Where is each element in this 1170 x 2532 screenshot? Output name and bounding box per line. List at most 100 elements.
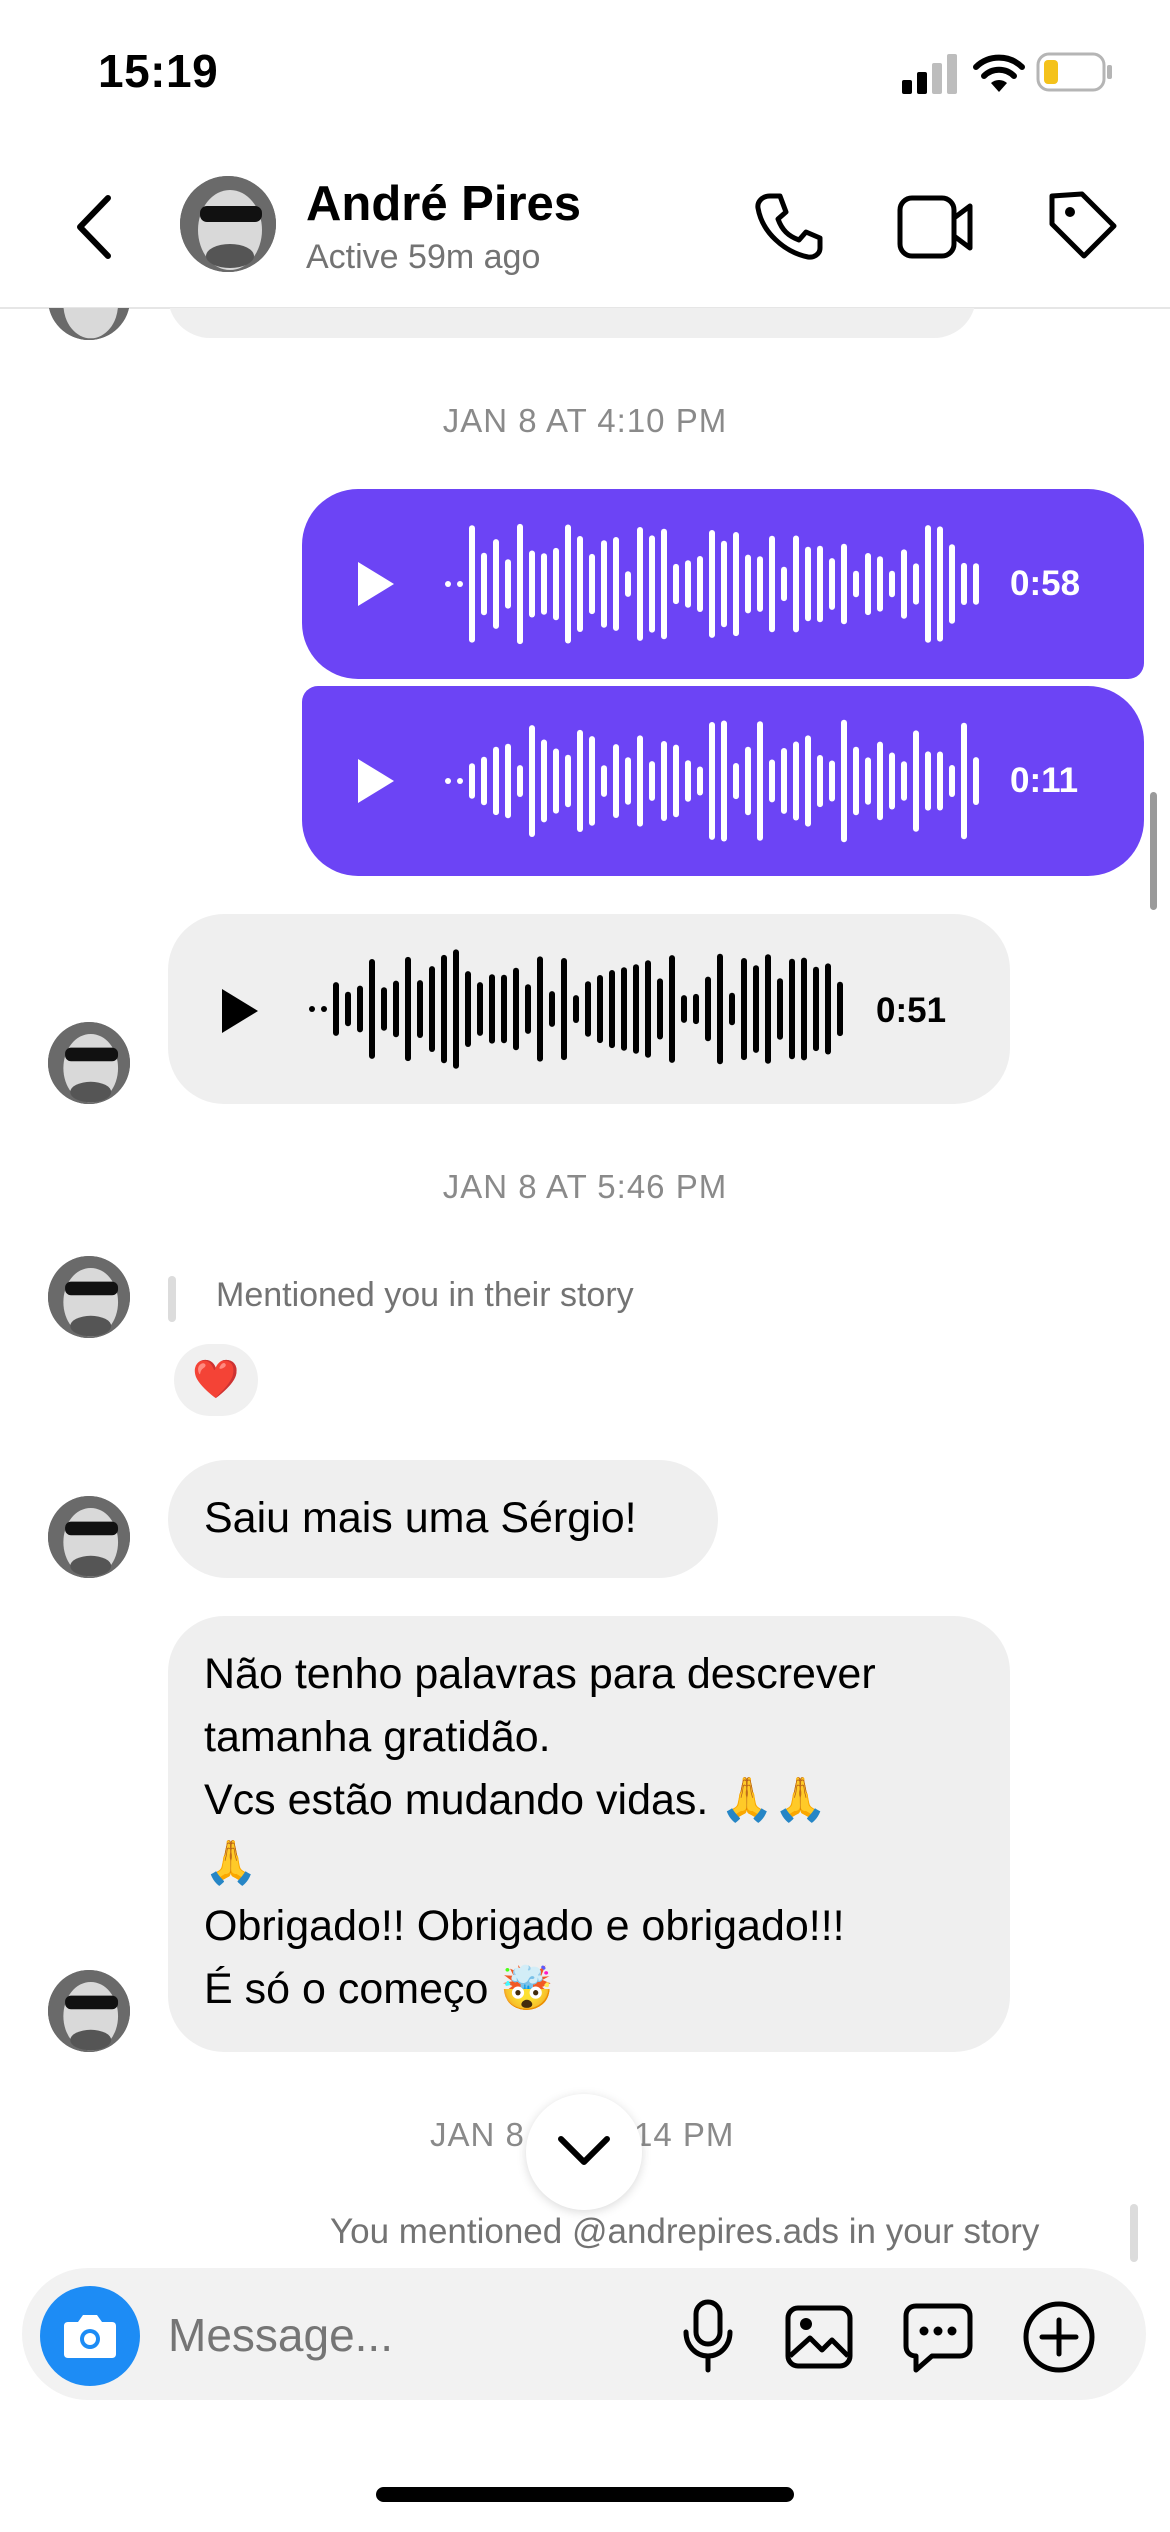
waveform-bar <box>949 544 955 624</box>
waveform-bar <box>817 755 823 808</box>
timestamp-divider: JAN 8 AT 5:46 PM <box>442 1168 728 1205</box>
waveform-bar <box>649 761 655 801</box>
sender-avatar[interactable] <box>48 1970 130 2052</box>
sender-avatar[interactable] <box>48 1256 130 1338</box>
waveform-bar <box>565 754 571 808</box>
waveform-bar <box>345 991 351 1027</box>
heart-reaction: ❤️ <box>174 1344 258 1416</box>
voice-duration: 0:11 <box>1010 761 1079 800</box>
voice-message-outgoing[interactable]: 0:58 <box>302 489 1144 679</box>
battery-icon <box>1036 52 1112 92</box>
voice-message-outgoing[interactable]: 0:11 <box>302 686 1144 876</box>
voice-message-incoming[interactable]: 0:51 <box>168 914 1010 1104</box>
phone-call-icon[interactable] <box>752 190 824 262</box>
waveform-bar <box>513 967 519 1051</box>
waveform-bar <box>529 725 535 837</box>
waveform-bar <box>333 982 339 1036</box>
waveform-bar <box>973 757 979 805</box>
waveform-bar <box>853 570 859 598</box>
waveform-bar <box>561 958 567 1061</box>
video-call-icon[interactable] <box>896 194 976 260</box>
waveform-bar <box>673 744 679 818</box>
sticker-chat-icon[interactable] <box>902 2302 974 2374</box>
waveform-bar <box>577 536 583 632</box>
waveform-bar <box>321 1006 327 1012</box>
cellular-signal-icon <box>902 54 957 94</box>
waveform-bar <box>793 741 799 821</box>
microphone-icon[interactable] <box>680 2298 736 2374</box>
tag-icon[interactable] <box>1046 188 1118 262</box>
waveform-bar <box>865 757 871 805</box>
waveform-bar <box>709 722 715 840</box>
waveform-bar <box>565 524 571 644</box>
waveform-bar <box>805 546 811 622</box>
waveform-bar <box>541 739 547 823</box>
waveform-bar <box>405 956 411 1062</box>
waveform-bar <box>445 581 451 587</box>
waveform-bar <box>457 778 463 784</box>
waveform-bar <box>817 545 823 623</box>
waveform-bar <box>481 552 487 616</box>
waveform-bar <box>705 976 711 1042</box>
play-icon[interactable] <box>354 756 398 806</box>
waveform-bar <box>721 540 727 628</box>
waveform-bar <box>469 525 475 643</box>
waveform-bar <box>733 532 739 637</box>
waveform-bar <box>745 746 751 816</box>
waveform-bar <box>937 751 943 811</box>
waveform-bar <box>877 556 883 612</box>
waveform-bar <box>865 553 871 616</box>
own-story-mention[interactable]: You mentioned @andrepires.ads in your st… <box>330 2212 1039 2252</box>
waveform-bar <box>745 554 751 614</box>
waveform-bar <box>709 530 715 638</box>
waveform-bar <box>697 766 703 796</box>
waveform-bar <box>973 563 979 605</box>
gallery-icon[interactable] <box>784 2304 854 2370</box>
scroll-to-bottom-button[interactable] <box>526 2094 642 2210</box>
camera-icon <box>64 2315 116 2358</box>
waveform-bar <box>733 763 739 800</box>
message-input[interactable] <box>160 2290 656 2380</box>
waveform-bar <box>673 563 679 605</box>
waveform-bar <box>445 778 451 784</box>
camera-button[interactable] <box>40 2286 140 2386</box>
waveform-bar <box>765 954 771 1064</box>
active-status: Active 59m ago <box>306 238 541 276</box>
timestamp-divider: JAN 8 AT 4:10 PM <box>442 402 728 439</box>
message-bubble[interactable]: Saiu mais uma Sérgio! <box>168 1460 718 1578</box>
avatar[interactable] <box>180 176 276 272</box>
waveform-bar <box>949 765 955 797</box>
waveform-bar <box>693 993 699 1025</box>
back-icon[interactable] <box>70 192 120 262</box>
waveform-bar <box>697 556 703 612</box>
waveform-bar <box>793 535 799 633</box>
message-bubble[interactable]: Não tenho palavras para descrever tamanh… <box>168 1616 1010 2052</box>
waveform-bar <box>601 765 607 797</box>
waveform-bar <box>841 543 847 625</box>
waveform-bar <box>753 965 759 1053</box>
waveform-bar <box>609 970 615 1049</box>
sender-avatar[interactable] <box>48 1022 130 1104</box>
waveform-bar <box>309 1006 315 1012</box>
waveform-bar <box>685 560 691 608</box>
play-icon[interactable] <box>354 559 398 609</box>
chevron-down-icon <box>558 2136 610 2165</box>
sender-avatar[interactable] <box>48 1496 130 1578</box>
scrollbar[interactable] <box>1150 792 1157 910</box>
avatar-image <box>180 176 276 272</box>
waveform-bar <box>637 527 643 641</box>
plus-icon[interactable] <box>1022 2300 1096 2374</box>
waveform-bar <box>901 549 907 619</box>
play-icon[interactable] <box>218 986 262 1036</box>
waveform-bar <box>777 978 783 1040</box>
waveform-bar <box>805 735 811 827</box>
contact-name[interactable]: André Pires <box>306 176 581 232</box>
waveform-bar <box>553 748 559 814</box>
waveform-bar <box>525 984 531 1034</box>
home-indicator[interactable] <box>376 2487 794 2502</box>
waveform-bar <box>537 956 543 1062</box>
story-mention-text[interactable]: Mentioned you in their story <box>216 1276 634 1315</box>
waveform <box>445 719 979 843</box>
waveform-bar <box>585 981 591 1037</box>
waveform-bar <box>769 535 775 633</box>
